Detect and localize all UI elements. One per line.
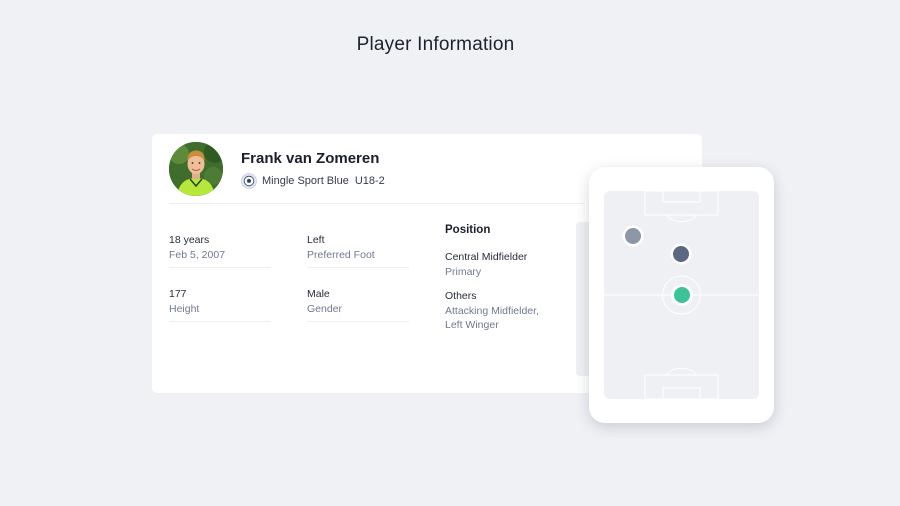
height-label: Height: [169, 303, 200, 315]
preferred-foot-label: Preferred Foot: [307, 249, 375, 261]
preferred-foot-stat: Left Preferred Foot: [307, 233, 409, 268]
other-positions-title: Others: [445, 290, 477, 302]
age-value: 18 years: [169, 234, 210, 246]
other-positions-line-1: Attacking Midfielder,: [445, 305, 539, 317]
position-marker-attacking-midfielder[interactable]: [673, 246, 689, 262]
height-stat: 177 Height: [169, 287, 271, 322]
pitch-phone-mockup: [589, 167, 774, 423]
other-positions-line-2: Left Winger: [445, 319, 499, 331]
position-marker-left-winger[interactable]: [625, 228, 641, 244]
header-divider: [169, 203, 584, 204]
other-positions: Others Attacking Midfielder, Left Winger: [445, 289, 565, 332]
preferred-foot-value: Left: [307, 234, 325, 246]
team-name[interactable]: Mingle Sport Blue: [262, 175, 349, 187]
gender-value: Male: [307, 288, 330, 300]
pitch-lines: [604, 191, 759, 399]
position-marker-central-midfielder[interactable]: [674, 287, 690, 303]
squad-name: U18-2: [354, 175, 385, 187]
player-name: Frank van Zomeren: [241, 150, 380, 167]
position-markers: [622, 225, 693, 306]
primary-position-label: Primary: [445, 266, 482, 278]
team-info: Mingle Sport Blue U18-2: [241, 173, 385, 189]
primary-position: Central Midfielder Primary: [445, 250, 565, 279]
football-pitch: [604, 191, 759, 399]
position-heading: Position: [445, 224, 491, 236]
age-stat: 18 years Feb 5, 2007: [169, 233, 271, 268]
height-value: 177: [169, 288, 187, 300]
primary-position-value: Central Midfielder: [445, 251, 528, 263]
player-photo-icon: [169, 142, 223, 196]
soccer-ball-crest-icon: [241, 173, 257, 189]
page-title: Player Information: [356, 34, 515, 55]
birthdate-label: Feb 5, 2007: [169, 249, 226, 261]
player-avatar[interactable]: [169, 142, 223, 196]
gender-stat: Male Gender: [307, 287, 409, 322]
gender-label: Gender: [307, 303, 343, 315]
